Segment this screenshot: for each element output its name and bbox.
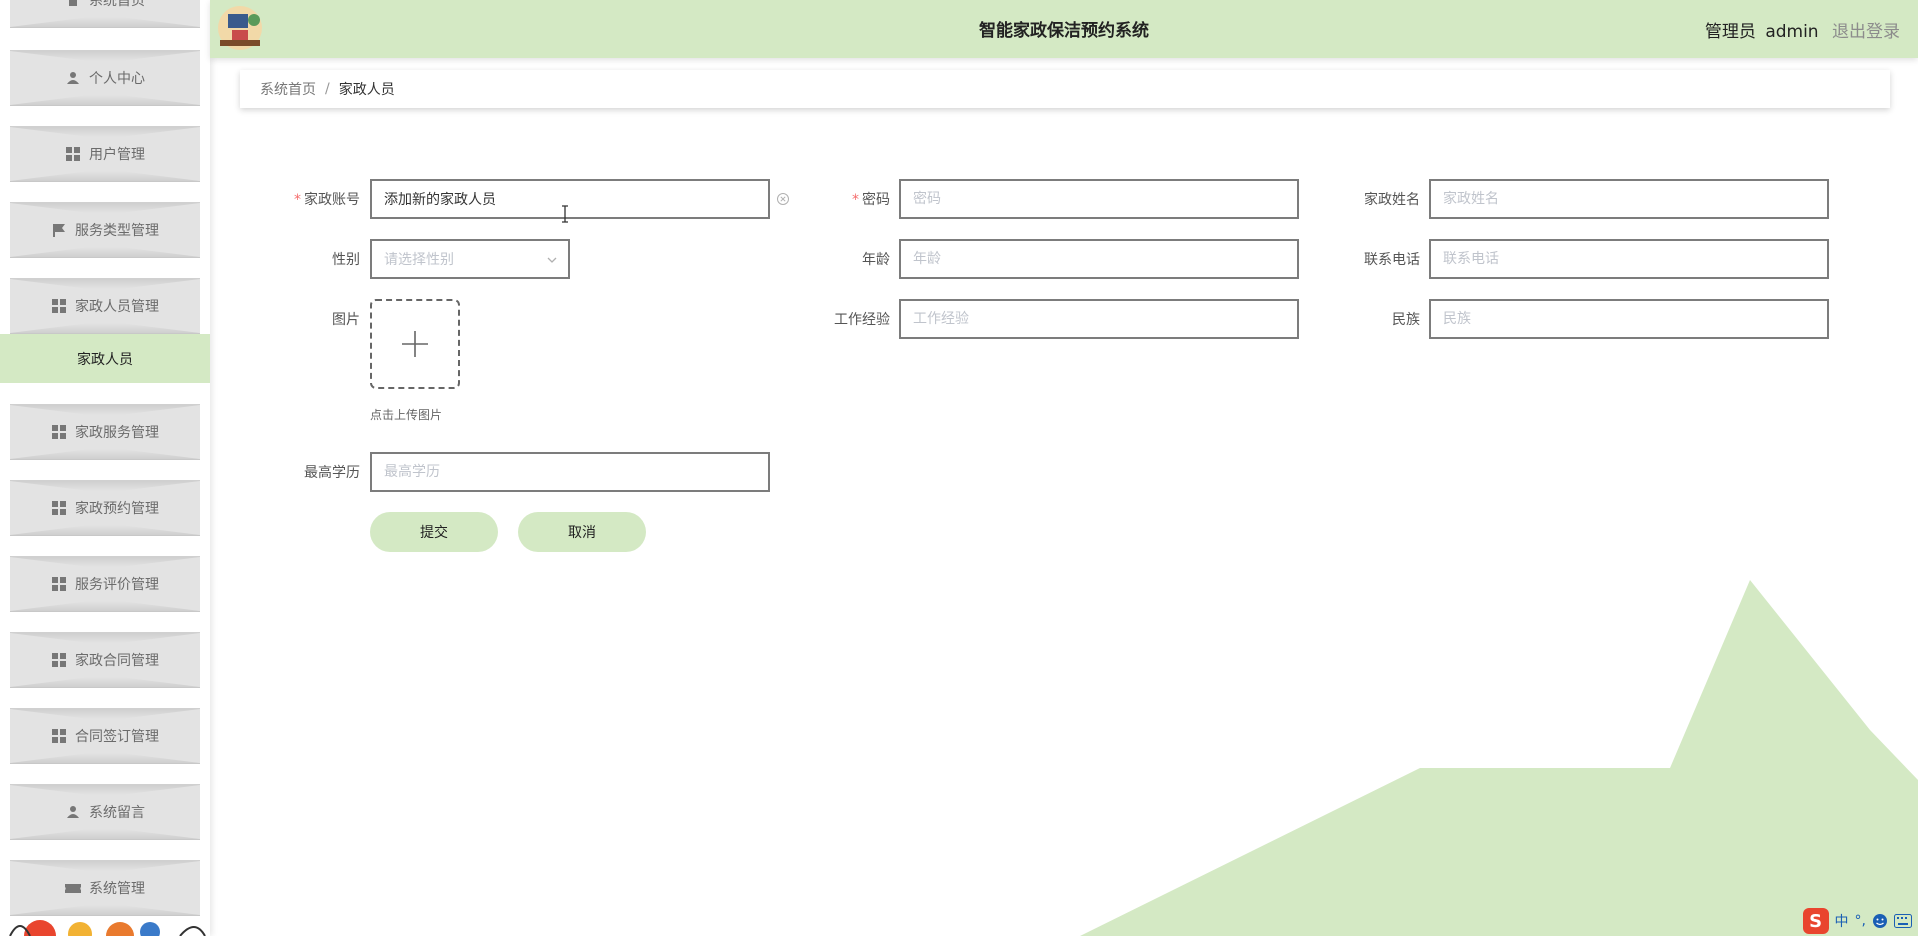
sidebar-subitem-staff[interactable]: 家政人员 [0, 334, 210, 383]
top-header: 智能家政保洁预约系统 管理员 admin 退出登录 [210, 0, 1918, 58]
sidebar-item-label: 合同签订管理 [75, 729, 159, 745]
sidebar-item-service-management[interactable]: 家政服务管理 [10, 404, 200, 460]
required-marker: * [852, 192, 859, 208]
grid-icon [51, 298, 67, 314]
sidebar-item-service-type[interactable]: 服务类型管理 [10, 202, 200, 258]
sidebar-item-home[interactable]: 系统首页 [10, 0, 200, 28]
ime-punctuation[interactable]: °, [1855, 913, 1866, 929]
user-area: 管理员 admin 退出登录 [1705, 17, 1900, 42]
phone-input[interactable] [1429, 239, 1829, 279]
grid-icon [65, 146, 81, 162]
upload-hint: 点击上传图片 [370, 408, 443, 422]
sidebar-decoration-illustration [9, 920, 206, 936]
sidebar-item-booking-management[interactable]: 家政预约管理 [10, 480, 200, 536]
education-label: 最高学历 [304, 465, 360, 481]
app-title: 智能家政保洁预约系统 [979, 21, 1149, 41]
ethnicity-label: 民族 [1392, 312, 1420, 328]
emoji-icon[interactable] [1872, 913, 1888, 929]
education-input[interactable] [370, 452, 770, 492]
ime-toolbar[interactable]: S 中 °, [1782, 906, 1918, 936]
gender-select[interactable]: 请选择性别 [370, 239, 570, 279]
sidebar-item-personal-center[interactable]: 个人中心 [10, 50, 200, 106]
home-icon [65, 0, 81, 8]
password-input[interactable] [899, 179, 1299, 219]
sidebar-item-messages[interactable]: 系统留言 [10, 784, 200, 840]
gender-select-box[interactable]: 请选择性别 [370, 239, 570, 279]
logout-link[interactable]: 退出登录 [1832, 22, 1900, 42]
submit-button[interactable]: 提交 [370, 512, 498, 552]
gender-label: 性别 [332, 252, 360, 268]
sidebar-item-user-management[interactable]: 用户管理 [10, 126, 200, 182]
person-icon [65, 70, 81, 86]
flag-icon [51, 222, 67, 238]
ime-chinese-mode[interactable]: 中 [1835, 911, 1849, 931]
age-input[interactable] [899, 239, 1299, 279]
keyboard-icon[interactable] [1894, 914, 1912, 928]
password-label: * 密码 [800, 189, 890, 209]
plus-icon [402, 331, 428, 357]
experience-input[interactable] [899, 299, 1299, 339]
grid-icon [51, 500, 67, 516]
breadcrumb-separator: / [325, 81, 330, 97]
ticket-icon [65, 880, 81, 896]
phone-label: 联系电话 [1364, 252, 1420, 268]
account-label-text: 家政账号 [304, 192, 360, 208]
account-input[interactable] [370, 179, 770, 219]
gender-placeholder: 请选择性别 [384, 252, 454, 268]
sidebar-item-label: 家政服务管理 [75, 425, 159, 441]
sidebar-item-label: 家政合同管理 [75, 653, 159, 669]
sidebar-item-review-management[interactable]: 服务评价管理 [10, 556, 200, 612]
breadcrumb-current: 家政人员 [338, 82, 395, 98]
sidebar-item-contract-signing[interactable]: 合同签订管理 [10, 708, 200, 764]
required-marker: * [294, 192, 301, 208]
sidebar-item-staff-management[interactable]: 家政人员管理 [10, 278, 200, 334]
user-name: admin [1765, 22, 1819, 42]
grid-icon [51, 728, 67, 744]
grid-icon [51, 424, 67, 440]
sidebar-item-label: 家政人员管理 [75, 299, 159, 315]
sidebar: 系统首页 个人中心 用户管理 服务类型管理 家政人员管理 家政人员 家政服务管理 [0, 0, 210, 936]
breadcrumb-home[interactable]: 系统首页 [260, 79, 316, 99]
sidebar-item-label: 服务评价管理 [75, 577, 159, 593]
name-input[interactable] [1429, 179, 1829, 219]
sidebar-item-label: 系统管理 [89, 881, 145, 897]
grid-icon [51, 652, 67, 668]
sidebar-item-contract-management[interactable]: 家政合同管理 [10, 632, 200, 688]
breadcrumb: 系统首页 / 家政人员 [240, 70, 1890, 108]
image-upload-button[interactable] [370, 299, 460, 389]
grid-icon [51, 576, 67, 592]
sidebar-item-label: 家政预约管理 [75, 501, 159, 517]
age-label: 年龄 [862, 252, 890, 268]
person-icon [65, 804, 81, 820]
text-cursor-icon [562, 205, 568, 223]
experience-label: 工作经验 [834, 312, 890, 328]
password-label-text: 密码 [862, 192, 890, 208]
user-role-label: 管理员 [1704, 22, 1756, 42]
account-label: * 家政账号 [270, 189, 360, 209]
name-label: 家政姓名 [1364, 192, 1420, 208]
sogou-ime-icon[interactable]: S [1802, 908, 1829, 934]
ethnicity-input[interactable] [1429, 299, 1829, 339]
clear-icon[interactable] [776, 192, 790, 206]
chevron-down-icon [547, 257, 557, 263]
sidebar-item-label: 系统留言 [89, 805, 145, 821]
sidebar-item-label: 服务类型管理 [75, 223, 159, 239]
picture-label: 图片 [332, 312, 360, 328]
sidebar-item-label: 系统首页 [89, 0, 145, 9]
sidebar-item-label: 用户管理 [89, 147, 145, 163]
background-shape-decoration [1080, 580, 1918, 936]
sidebar-item-label: 个人中心 [89, 71, 145, 87]
cancel-button[interactable]: 取消 [518, 512, 646, 552]
